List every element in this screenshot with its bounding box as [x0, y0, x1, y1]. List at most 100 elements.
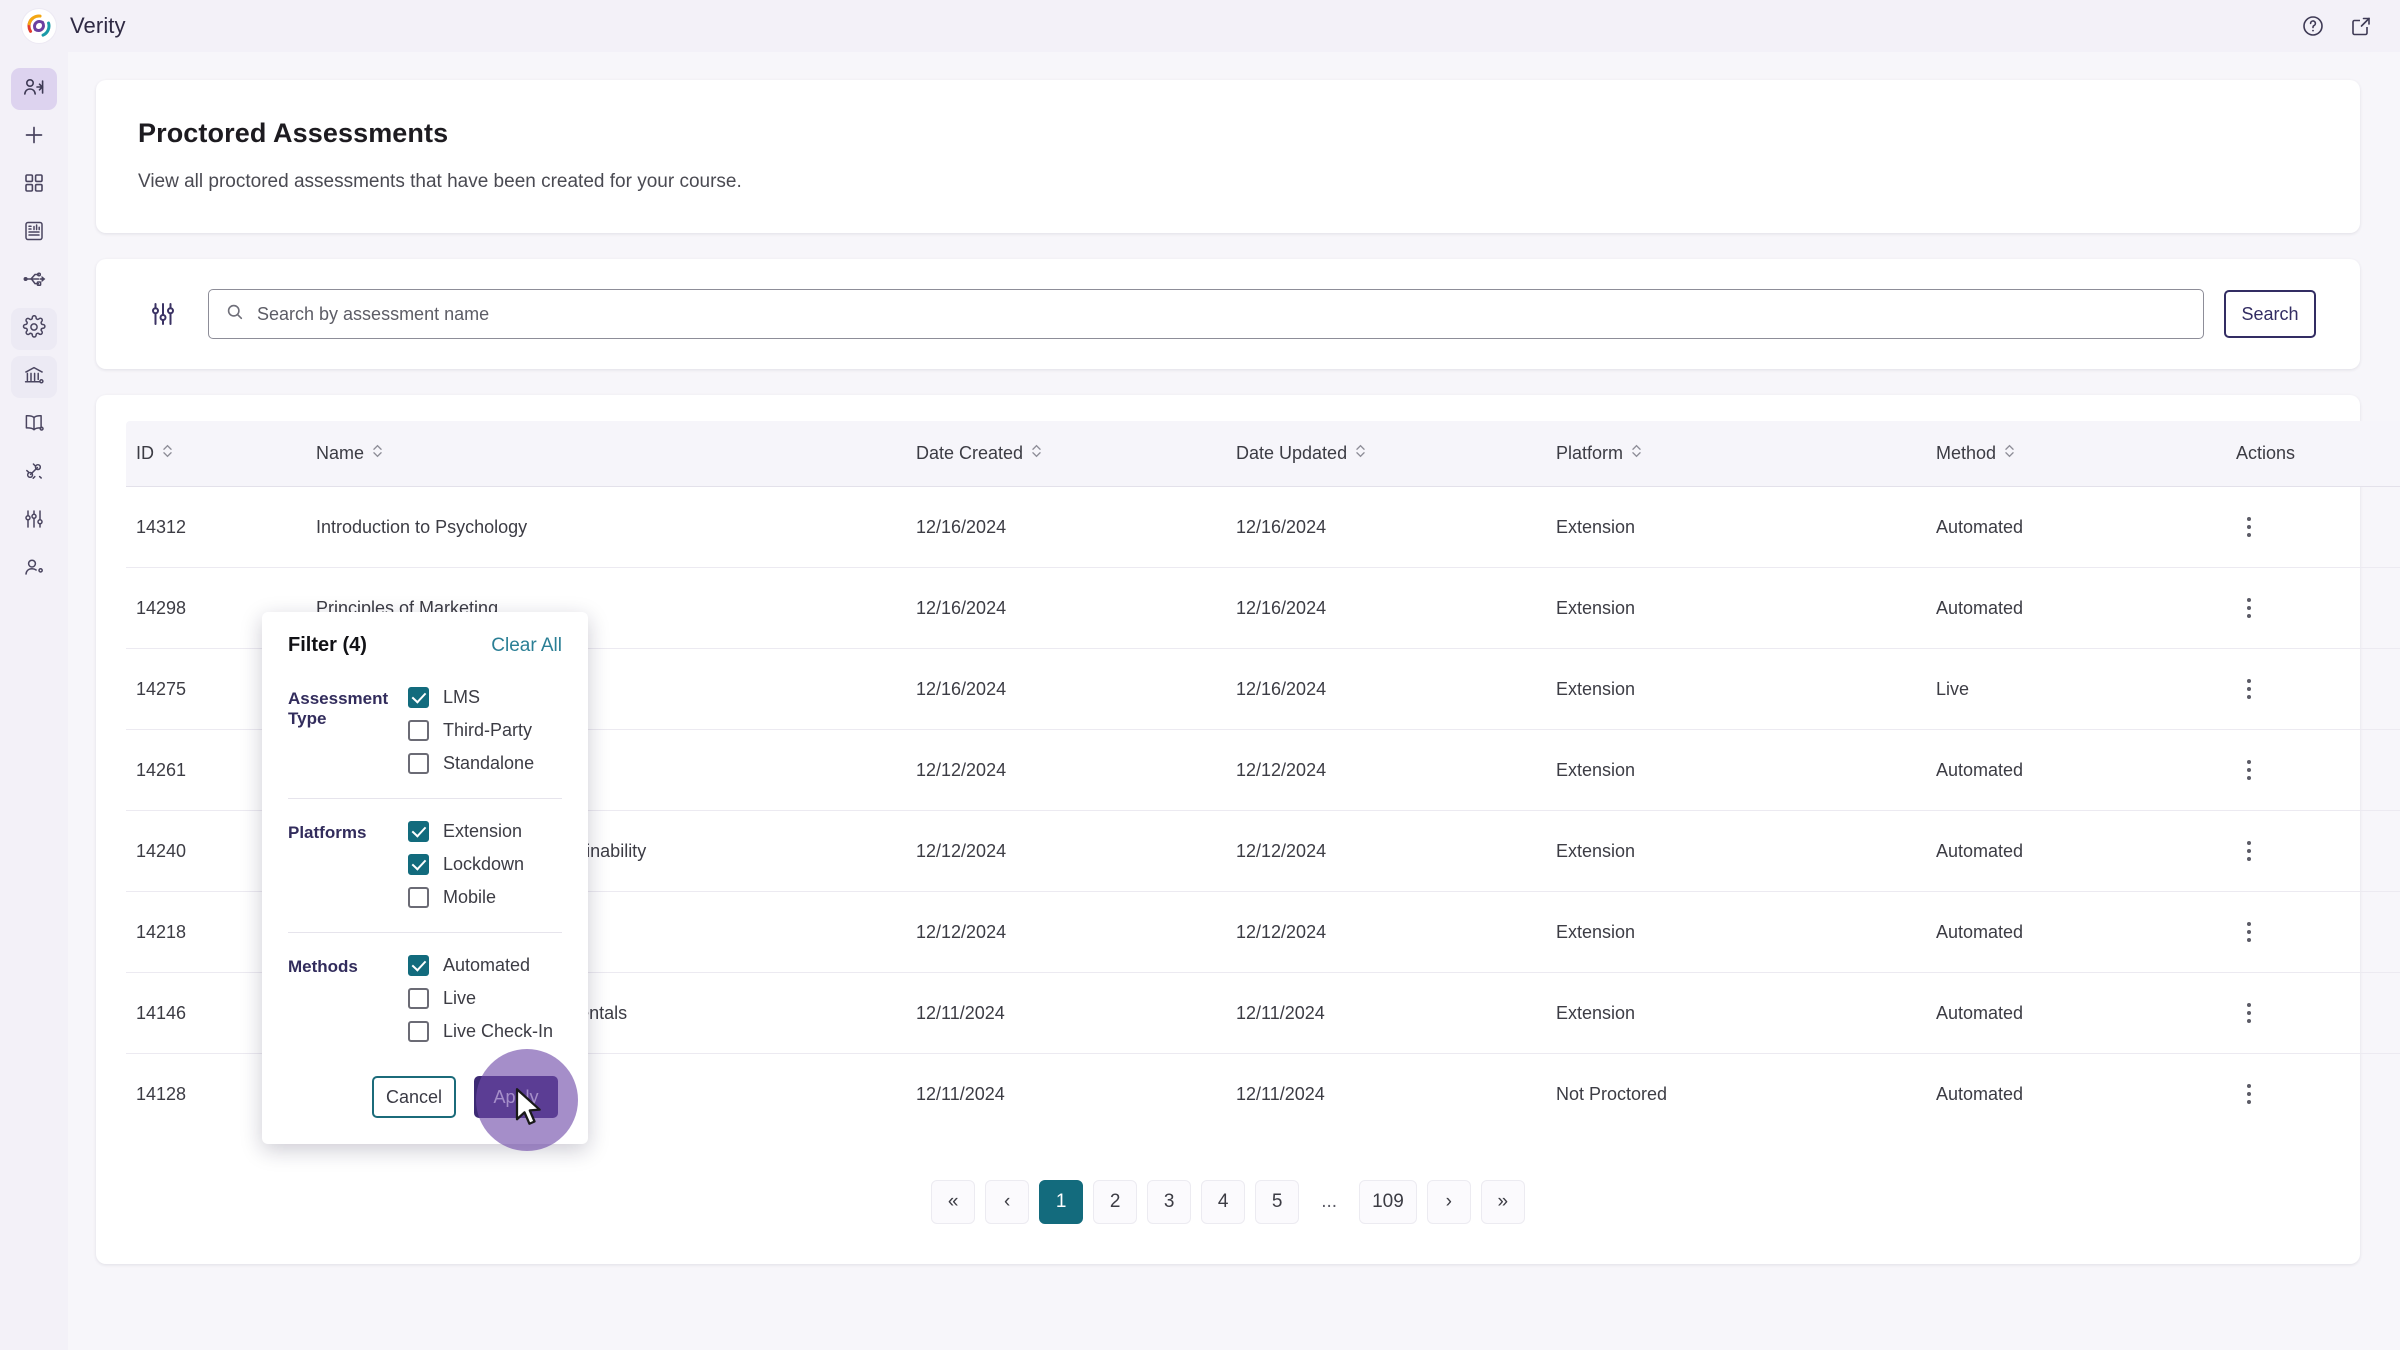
filter-group-platforms: Platforms Extension Lockdown Mobile	[288, 817, 562, 918]
checkbox-mobile[interactable]	[408, 887, 429, 908]
filter-option-label: Mobile	[443, 887, 497, 907]
assessments-section: Search ID Name Date Created Date Updated…	[96, 259, 2400, 1264]
column-header-name[interactable]: Name	[306, 421, 906, 487]
filter-popover: Filter (4) Clear All Assessment Type LMS…	[262, 612, 588, 1144]
kebab-menu-icon[interactable]	[2236, 676, 2262, 702]
row-cell-method: Live	[1926, 648, 2226, 730]
cancel-button[interactable]: Cancel	[372, 1076, 456, 1118]
sort-icon	[1355, 443, 1366, 464]
row-cell-method: Automated	[1926, 891, 2226, 973]
search-toolbar: Search	[96, 259, 2360, 369]
pagination-last[interactable]: »	[1480, 1180, 1525, 1224]
column-header-date-updated[interactable]: Date Updated	[1226, 421, 1546, 487]
sidebar-item-preferences[interactable]	[11, 500, 57, 542]
filter-sliders-icon[interactable]	[140, 291, 186, 337]
brand[interactable]: Verity	[0, 9, 126, 43]
sort-icon	[2004, 443, 2015, 464]
checkbox-automated[interactable]	[408, 955, 429, 976]
filter-option-third-party[interactable]: Third-Party	[408, 720, 534, 741]
clear-all-link[interactable]: Clear All	[491, 635, 562, 657]
checkbox-live[interactable]	[408, 988, 429, 1009]
kebab-menu-icon[interactable]	[2236, 514, 2262, 540]
pagination-page-4[interactable]: 4	[1201, 1180, 1246, 1224]
column-header-id[interactable]: ID	[126, 421, 306, 487]
search-field-wrapper[interactable]	[208, 289, 2204, 339]
pagination-page-3[interactable]: 3	[1147, 1180, 1192, 1224]
kebab-menu-icon[interactable]	[2236, 1000, 2262, 1026]
column-header-date-created[interactable]: Date Created	[906, 421, 1226, 487]
row-cell-platform: Extension	[1546, 891, 1926, 973]
row-cell-date-created: 12/12/2024	[906, 810, 1226, 892]
search-button[interactable]: Search	[2224, 290, 2316, 338]
row-cell-platform: Extension	[1546, 567, 1926, 649]
column-label: Date Updated	[1236, 443, 1348, 463]
page-subtitle: View all proctored assessments that have…	[138, 171, 742, 192]
checkbox-third-party[interactable]	[408, 720, 429, 741]
brand-name: Verity	[70, 13, 126, 38]
external-link-icon[interactable]	[2348, 13, 2374, 39]
sidebar-item-create-new[interactable]	[11, 116, 57, 158]
checkbox-extension[interactable]	[408, 821, 429, 842]
filter-option-mobile[interactable]: Mobile	[408, 887, 524, 908]
help-circle-icon[interactable]	[2300, 13, 2326, 39]
kebab-menu-icon[interactable]	[2236, 757, 2262, 783]
row-cell-actions	[2226, 891, 2400, 973]
filter-popover-actions: Cancel Apply	[288, 1076, 562, 1118]
sidebar-item-integrations[interactable]	[11, 260, 57, 302]
sidebar-item-settings[interactable]	[11, 308, 57, 350]
pagination-page-5[interactable]: 5	[1255, 1180, 1300, 1224]
top-bar: Verity	[0, 0, 2400, 52]
sliders-icon	[22, 507, 46, 536]
kebab-menu-icon[interactable]	[2236, 595, 2262, 621]
row-cell-date-updated: 12/12/2024	[1226, 810, 1546, 892]
sidebar-item-apps-grid[interactable]	[11, 164, 57, 206]
filter-option-standalone[interactable]: Standalone	[408, 753, 534, 774]
table-header: ID Name Date Created Date Updated Platfo…	[126, 421, 2400, 487]
sidebar-item-user-management[interactable]	[11, 548, 57, 590]
sidebar-item-connections[interactable]	[11, 452, 57, 494]
pagination-page-1[interactable]: 1	[1039, 1180, 1084, 1224]
filter-group-methods: Methods Automated Live Live Check-In	[288, 951, 562, 1052]
pagination-prev[interactable]: ‹	[985, 1180, 1030, 1224]
user-enroll-icon	[22, 75, 46, 104]
row-cell-date-updated: 12/11/2024	[1236, 1083, 1325, 1104]
filter-option-extension[interactable]: Extension	[408, 821, 524, 842]
row-cell-actions	[2226, 810, 2400, 892]
pagination-next[interactable]: ›	[1426, 1180, 1471, 1224]
checkbox-standalone[interactable]	[408, 753, 429, 774]
filter-title: Filter (4)	[288, 634, 367, 656]
search-input[interactable]	[257, 303, 2187, 325]
filter-option-live[interactable]: Live	[408, 988, 553, 1009]
filter-option-lockdown[interactable]: Lockdown	[408, 854, 524, 875]
sidebar-item-courses[interactable]	[11, 404, 57, 446]
connection-nodes-icon	[22, 459, 46, 488]
row-cell-date-created: 12/16/2024	[906, 486, 1226, 568]
sort-icon	[1631, 443, 1642, 464]
sidebar-item-reports[interactable]	[11, 212, 57, 254]
column-header-platform[interactable]: Platform	[1546, 421, 1926, 487]
sidebar-item-enroll-users[interactable]	[11, 68, 57, 110]
column-header-actions: Actions	[2226, 421, 2400, 487]
row-cell-platform: Extension	[1546, 972, 1926, 1054]
kebab-menu-icon[interactable]	[2236, 919, 2262, 945]
book-icon	[22, 411, 46, 440]
filter-option-lms[interactable]: LMS	[408, 687, 534, 708]
kebab-menu-icon[interactable]	[2236, 1081, 2262, 1107]
checkbox-live-check-in[interactable]	[408, 1021, 429, 1042]
table-row[interactable]: 14312 Introduction to Psychology 12/16/202…	[126, 486, 2400, 568]
pagination-page-2[interactable]: 2	[1093, 1180, 1138, 1224]
pagination-first[interactable]: «	[931, 1180, 976, 1224]
pagination-last-page[interactable]: 109	[1359, 1180, 1417, 1224]
row-cell-method: Automated	[1926, 810, 2226, 892]
sidebar-item-institution[interactable]	[11, 356, 57, 398]
kebab-menu-icon[interactable]	[2236, 838, 2262, 864]
filter-option-label: Extension	[443, 821, 523, 841]
checkbox-lms[interactable]	[408, 687, 429, 708]
table-header-row: ID Name Date Created Date Updated Platfo…	[126, 421, 2400, 487]
filter-option-live-check-in[interactable]: Live Check-In	[408, 1021, 553, 1042]
column-header-method[interactable]: Method	[1926, 421, 2226, 487]
filter-option-automated[interactable]: Automated	[408, 955, 553, 976]
apply-button[interactable]: Apply	[474, 1076, 558, 1118]
checkbox-lockdown[interactable]	[408, 854, 429, 875]
filter-option-label: Live	[443, 988, 477, 1008]
